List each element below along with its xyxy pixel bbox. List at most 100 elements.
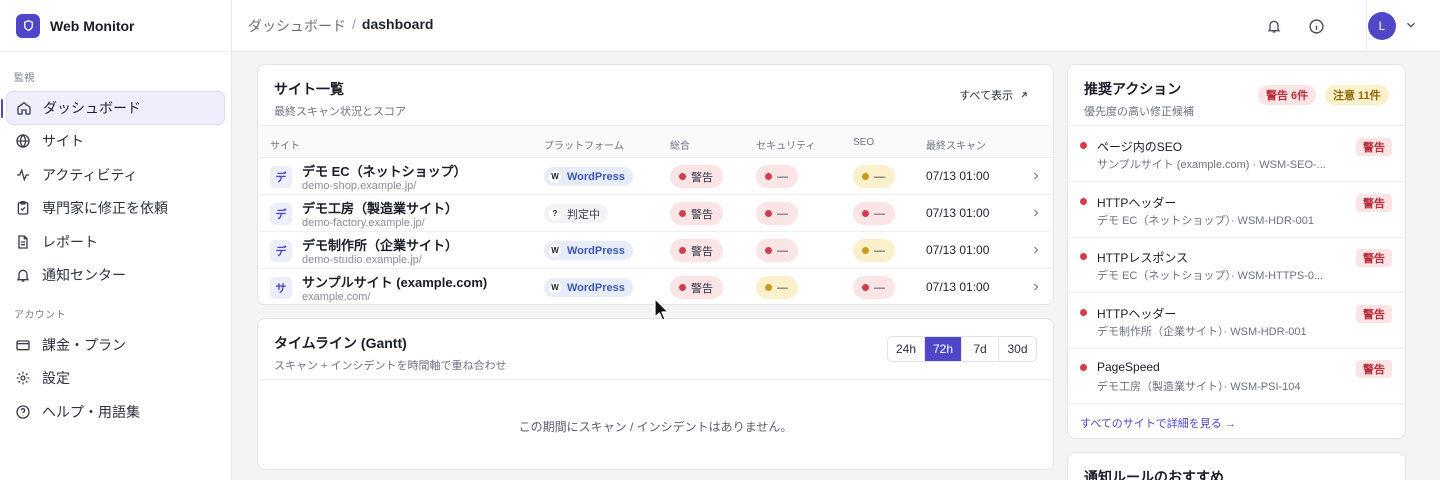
site-name[interactable]: デモ工房（製造業サイト） [302, 198, 458, 217]
site-name[interactable]: サンプルサイト (example.com) [302, 272, 487, 291]
warning-count-badge: 警告 6件 [1258, 85, 1317, 105]
list-item[interactable]: PageSpeed デモ工房（製造業サイト）· WSM-PSI-104 警告 [1068, 348, 1405, 404]
range-option-7d[interactable]: 7d [962, 337, 999, 361]
severity-dot [1080, 197, 1087, 205]
list-item[interactable]: HTTPヘッダー デモ制作所（企業サイト）· WSM-HDR-001 警告 [1068, 293, 1405, 349]
sidebar-item-label: 専門家に修正を依頼 [42, 200, 168, 217]
status-dot [679, 284, 686, 291]
sidebar-item-label: 通知センター [42, 267, 126, 284]
sidebar-item-reports[interactable]: レポート [6, 225, 225, 259]
chevron-right-icon[interactable] [1030, 281, 1042, 293]
platform-label: WordPress [567, 244, 625, 257]
wordpress-icon: W [549, 170, 561, 183]
chevron-right-icon[interactable] [1030, 207, 1042, 219]
range-option-30d[interactable]: 30d [999, 337, 1036, 361]
security-status-pill: — [756, 202, 798, 225]
sidebar-item-label: レポート [42, 233, 98, 250]
last-scan-time: 07/13 01:00 [926, 243, 990, 257]
sidebar: Web Monitor 監視 ダッシュボード サイト アクティビティ 専門家に修… [0, 0, 232, 480]
action-title: HTTPヘッダー [1097, 195, 1177, 210]
avatar[interactable]: L [1368, 12, 1396, 40]
site-name[interactable]: デモ制作所（企業サイト） [302, 235, 458, 254]
column-header-seo: SEO [853, 137, 875, 148]
bell-icon [16, 269, 30, 282]
see-all-sites-link[interactable]: すべてのサイトで詳細を見る → [1080, 415, 1236, 431]
severity-dot [1080, 142, 1087, 149]
severity-dot [1080, 308, 1087, 316]
seo-status-pill: — [853, 239, 895, 262]
timeline-divider [258, 379, 1053, 380]
sidebar-item-help[interactable]: ヘルプ・用語集 [6, 395, 225, 429]
sidebar-item-label: ヘルプ・用語集 [42, 403, 140, 420]
status-dot [765, 210, 772, 217]
column-header-last-scan: 最終スキャン [926, 141, 986, 152]
platform-badge: ? 判定中 [544, 204, 608, 223]
mouse-cursor-icon [654, 298, 669, 321]
brand[interactable]: Web Monitor [0, 0, 231, 52]
home-icon [17, 101, 31, 115]
sites-card-header: サイト一覧 最終スキャン状況とスコア [274, 79, 406, 119]
status-dot [679, 210, 686, 217]
list-item[interactable]: HTTPヘッダー デモ EC（ネットショップ）· WSM-HDR-001 警告 [1068, 182, 1405, 238]
range-option-72h[interactable]: 72h [925, 337, 962, 361]
overall-status-pill: 警告 [670, 276, 723, 299]
sidebar-item-notifications[interactable]: 通知センター [6, 259, 225, 293]
status-label: — [874, 207, 885, 220]
credit-card-icon [16, 340, 30, 351]
info-icon[interactable] [1305, 15, 1327, 37]
chevron-right-icon[interactable] [1030, 244, 1042, 256]
bell-icon[interactable] [1263, 15, 1285, 37]
status-dot [765, 247, 772, 254]
table-row[interactable]: デデモ EC（ネットショップ） demo-shop.example.jp/W Wor… [258, 158, 1053, 195]
sidebar-item-sites[interactable]: サイト [6, 125, 225, 159]
security-status-pill: — [756, 165, 798, 188]
wordpress-icon: W [549, 244, 561, 257]
list-item[interactable]: ページ内のSEO サンプルサイト (example.com) · WSM-SEO-… [1068, 126, 1405, 182]
action-title: HTTPレスポンス [1097, 251, 1189, 265]
notification-rules-card: 通知ルールのおすすめ [1067, 452, 1406, 480]
status-label: 警告 [691, 208, 713, 221]
show-all-link[interactable]: すべて表示 [959, 87, 1029, 103]
status-dot [765, 284, 772, 291]
site-initial-avatar: サ [270, 277, 292, 299]
action-title: ページ内のSEO [1097, 140, 1183, 154]
recommended-actions-card: 推奨アクション 優先度の高い修正候補 警告 6件 注意 11件 ページ内のSEO… [1067, 64, 1406, 439]
seo-status-pill: — [853, 165, 895, 188]
status-dot [862, 210, 869, 217]
site-url: example.com/ [302, 291, 371, 303]
column-header-overall: 総合 [670, 141, 690, 152]
status-label: — [874, 170, 885, 183]
sidebar-item-expert-request[interactable]: 専門家に修正を依頼 [6, 192, 225, 226]
site-initial-avatar: デ [270, 203, 292, 225]
list-item[interactable]: HTTPレスポンス デモ EC（ネットショップ）· WSM-HTTPS-0... 警… [1068, 237, 1405, 293]
sidebar-item-billing[interactable]: 課金・プラン [6, 328, 225, 362]
sidebar-item-activity[interactable]: アクティビティ [6, 158, 225, 192]
table-row[interactable]: デデモ工房（製造業サイト） demo-factory.example.jp/? 判定… [258, 195, 1053, 232]
status-label: — [777, 244, 788, 257]
action-subtitle: デモ工房（製造業サイト）· WSM-PSI-104 [1097, 381, 1301, 393]
seo-status-pill: — [853, 276, 895, 299]
unknown-platform-icon: ? [549, 207, 561, 220]
timeline-card-header: タイムライン (Gantt) スキャン + インシデントを時間軸で重ね合わせ [274, 333, 507, 373]
action-subtitle: デモ EC（ネットショップ）· WSM-HTTPS-0... [1097, 270, 1324, 282]
sidebar-item-dashboard[interactable]: ダッシュボード [1, 91, 225, 125]
status-label: — [777, 170, 788, 183]
severity-badge: 警告 [1356, 138, 1392, 156]
severity-dot [1080, 364, 1087, 371]
brand-name: Web Monitor [50, 17, 135, 34]
platform-label: 判定中 [567, 208, 600, 221]
breadcrumb-current: dashboard [361, 15, 434, 32]
site-name[interactable]: デモ EC（ネットショップ） [302, 161, 467, 180]
severity-badge: 警告 [1356, 304, 1392, 323]
site-url: demo-factory.example.jp/ [302, 217, 425, 229]
chevron-down-icon[interactable] [1404, 18, 1418, 32]
sidebar-item-settings[interactable]: 設定 [6, 362, 225, 396]
breadcrumb-parent[interactable]: ダッシュボード [248, 16, 346, 36]
range-option-24h[interactable]: 24h [888, 337, 925, 361]
wordpress-icon: W [549, 281, 561, 294]
overall-status-pill: 警告 [670, 202, 723, 225]
table-row[interactable]: デデモ制作所（企業サイト） demo-studio.example.jp/W Wor… [258, 232, 1053, 269]
severity-badge: 警告 [1356, 193, 1392, 212]
help-icon [16, 405, 30, 419]
chevron-right-icon[interactable] [1030, 170, 1042, 182]
